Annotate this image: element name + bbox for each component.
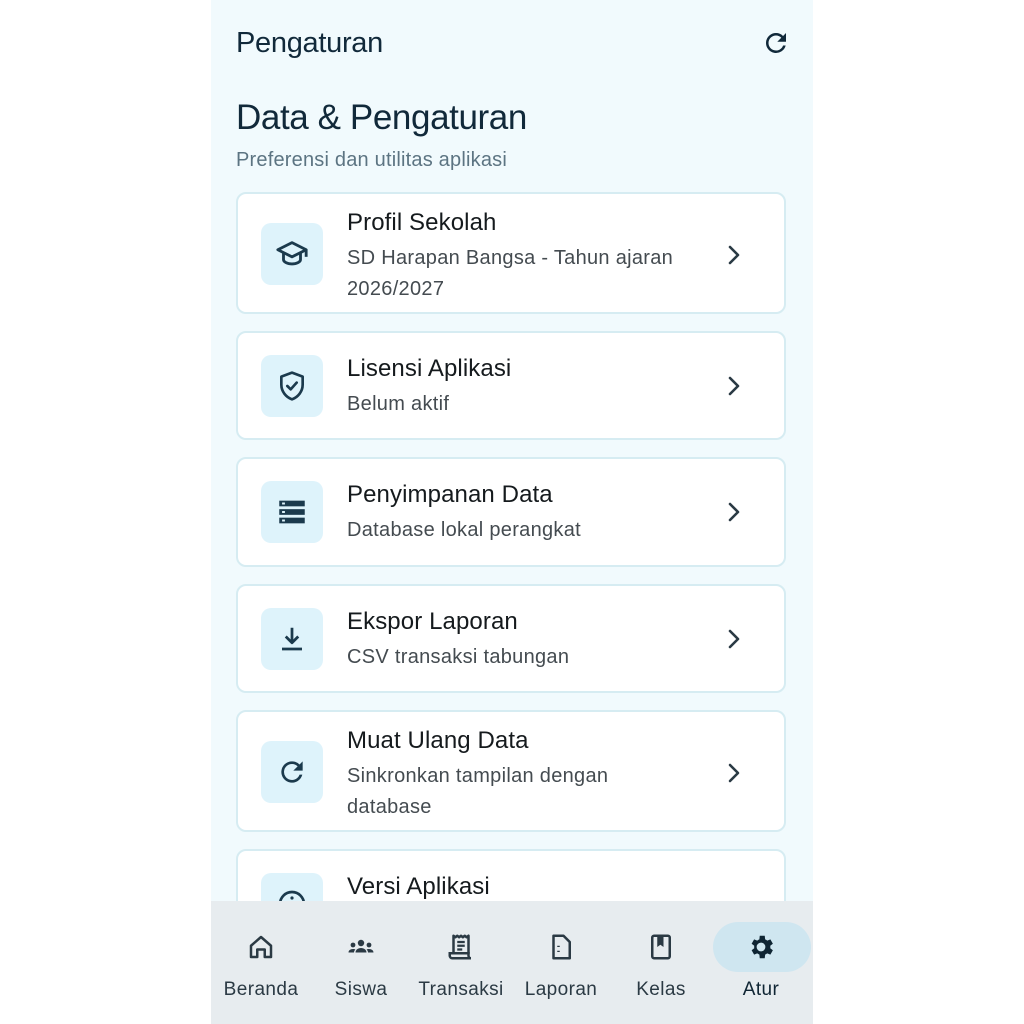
download-icon — [282, 627, 302, 651]
profil-sekolah-icon-box — [261, 223, 323, 285]
settings-screen: Pengaturan Data & Pengaturan Preferensi … — [211, 0, 813, 1024]
penyimpanan-data-icon-box — [261, 481, 323, 543]
penyimpanan-data-subtitle: Database lokal perangkat — [347, 519, 582, 541]
muat-ulang-data-title: Muat Ulang Data — [347, 727, 529, 754]
section-title: Data & Pengaturan — [236, 98, 527, 137]
lisensi-aplikasi-title: Lisensi Aplikasi — [347, 355, 512, 382]
ekspor-laporan-icon-box — [261, 608, 323, 670]
nav-label-siswa: Siswa — [334, 979, 388, 1000]
nav-label-kelas: Kelas — [636, 979, 686, 1000]
ekspor-laporan-card[interactable]: Ekspor Laporan CSV transaksi tabungan — [236, 584, 786, 693]
chevron-right-icon — [724, 627, 744, 651]
profil-sekolah-card[interactable]: Profil Sekolah SD Harapan Bangsa - Tahun… — [236, 192, 786, 314]
lisensi-aplikasi-subtitle: Belum aktif — [347, 393, 450, 415]
storage-icon — [279, 500, 305, 524]
nav-item-transaksi[interactable]: Transaksi — [411, 901, 511, 1024]
ekspor-laporan-subtitle: CSV transaksi tabungan — [347, 646, 570, 668]
document-icon — [546, 932, 576, 962]
ekspor-laporan-title: Ekspor Laporan — [347, 608, 518, 635]
app-bar: Pengaturan — [211, 0, 813, 88]
receipt-icon — [446, 932, 476, 962]
penyimpanan-data-card[interactable]: Penyimpanan Data Database lokal perangka… — [236, 457, 786, 567]
nav-item-beranda[interactable]: Beranda — [211, 901, 311, 1024]
nav-item-kelas[interactable]: Kelas — [611, 901, 711, 1024]
graduation-cap-icon — [276, 241, 308, 266]
chevron-right-icon — [724, 500, 744, 524]
versi-aplikasi-title: Versi Aplikasi — [347, 873, 490, 900]
muat-ulang-data-card[interactable]: Muat Ulang Data Sinkronkan tampilan deng… — [236, 710, 786, 832]
refresh-button[interactable] — [757, 24, 795, 62]
profil-sekolah-title: Profil Sekolah — [347, 209, 497, 236]
lisensi-aplikasi-card[interactable]: Lisensi Aplikasi Belum aktif — [236, 331, 786, 440]
nav-label-beranda: Beranda — [223, 979, 299, 1000]
refresh-icon — [766, 32, 786, 53]
section-subtitle: Preferensi dan utilitas aplikasi — [236, 149, 507, 171]
nav-label-transaksi: Transaksi — [418, 979, 504, 1000]
shield-check-icon — [280, 371, 304, 401]
nav-item-atur[interactable]: Atur — [711, 901, 811, 1024]
group-icon — [346, 932, 376, 962]
nav-item-siswa[interactable]: Siswa — [311, 901, 411, 1024]
lisensi-aplikasi-icon-box — [261, 355, 323, 417]
muat-ulang-data-subtitle: Sinkronkan tampilan dengan database — [347, 765, 609, 818]
chevron-right-icon — [724, 243, 744, 267]
nav-item-laporan[interactable]: Laporan — [511, 901, 611, 1024]
settings-icon — [746, 932, 776, 962]
bottom-navigation: Beranda Siswa Transaksi Laporan Kelas At… — [211, 901, 813, 1024]
refresh-icon — [281, 761, 303, 783]
chevron-right-icon — [724, 761, 744, 785]
chevron-right-icon — [724, 374, 744, 398]
nav-label-atur: Atur — [742, 979, 780, 1000]
book-icon — [646, 932, 676, 962]
muat-ulang-data-icon-box — [261, 741, 323, 803]
home-icon — [246, 932, 276, 962]
penyimpanan-data-title: Penyimpanan Data — [347, 481, 553, 508]
profil-sekolah-subtitle: SD Harapan Bangsa - Tahun ajaran 2026/20… — [347, 247, 674, 300]
nav-label-laporan: Laporan — [524, 979, 598, 1000]
page-title: Pengaturan — [236, 27, 383, 59]
